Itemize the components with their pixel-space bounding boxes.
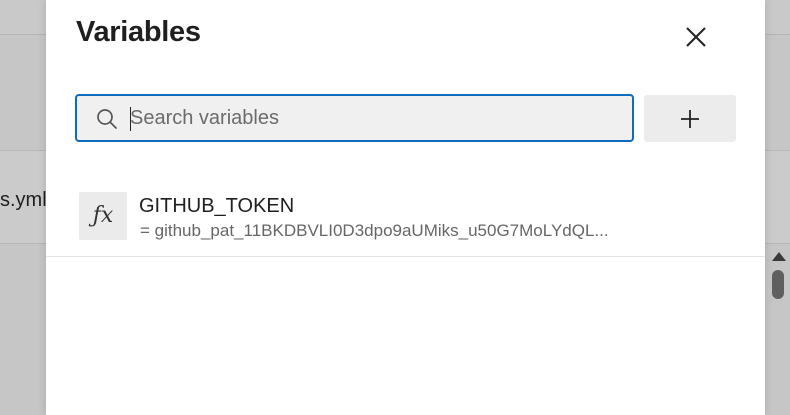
close-icon	[686, 27, 706, 47]
close-button[interactable]	[679, 20, 713, 54]
dialog-title: Variables	[76, 16, 201, 48]
fx-icon: ƒx	[79, 192, 127, 240]
add-variable-button[interactable]	[644, 95, 736, 142]
scrollbar-thumb[interactable]	[772, 270, 784, 299]
variable-row[interactable]: ƒx GITHUB_TOKEN = github_pat_11BKDBVLI0D…	[46, 176, 765, 257]
background-file-name: s.yml	[0, 189, 47, 211]
variable-value: = github_pat_11BKDBVLI0D3dpo9aUMiks_u50G…	[140, 221, 609, 240]
search-input[interactable]	[130, 96, 620, 140]
search-icon	[97, 109, 117, 129]
variables-dialog: Variables ƒx GITHUB_TOKEN = github_pat_1…	[46, 0, 765, 415]
variable-name: GITHUB_TOKEN	[139, 195, 295, 217]
plus-icon	[681, 110, 699, 128]
text-caret	[130, 107, 131, 131]
scroll-up-arrow-icon[interactable]	[772, 252, 786, 261]
search-box[interactable]	[75, 94, 634, 142]
